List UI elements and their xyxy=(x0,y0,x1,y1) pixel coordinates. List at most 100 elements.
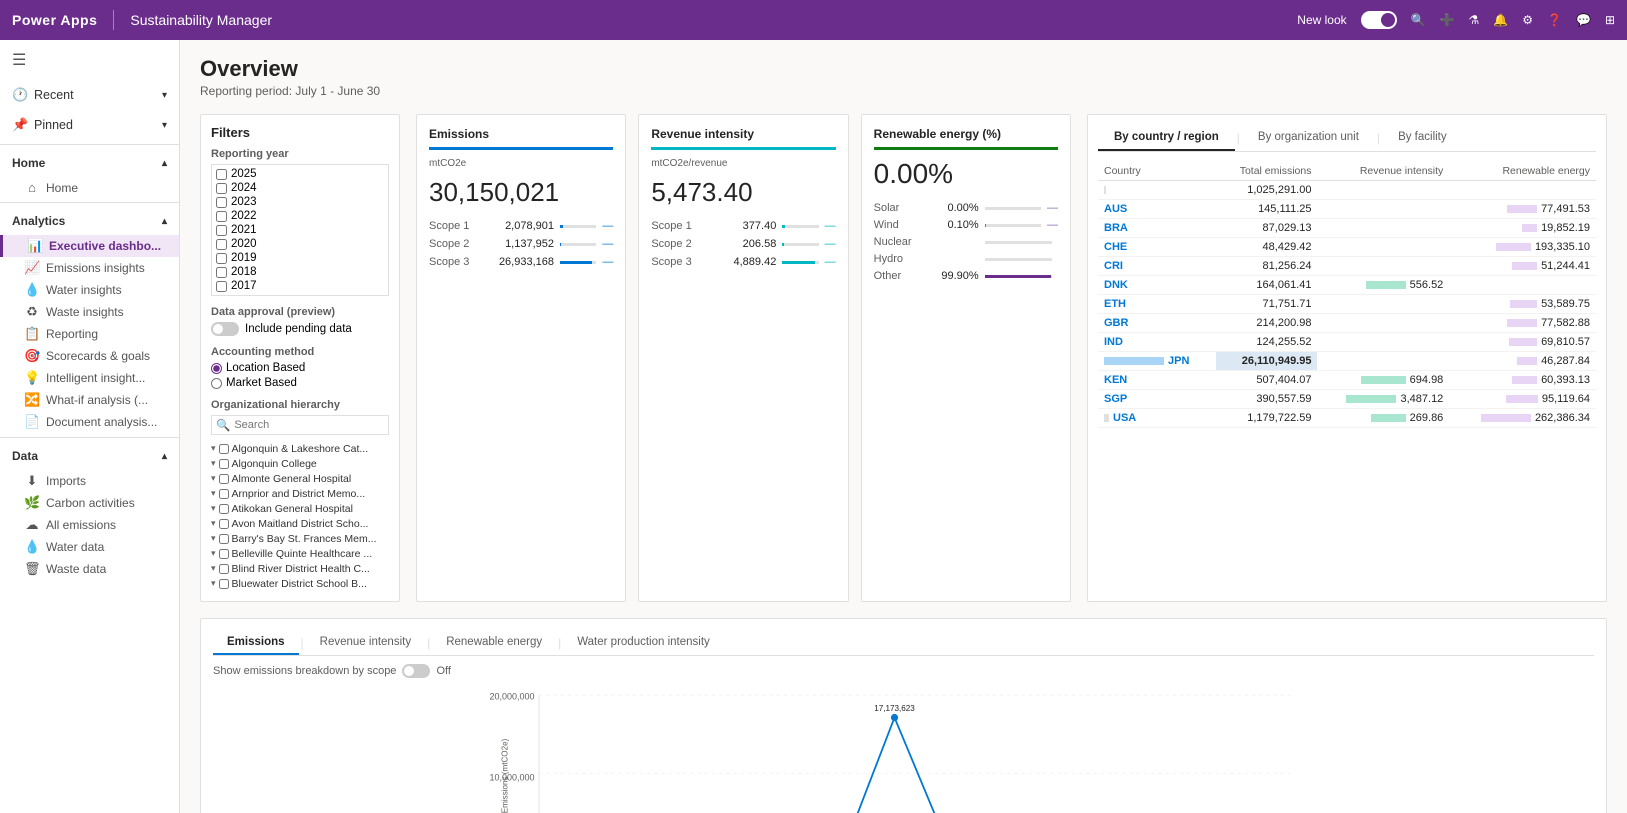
new-look-toggle[interactable] xyxy=(1361,11,1397,29)
chart-tab-renewable[interactable]: Renewable energy xyxy=(432,631,556,655)
year-checkbox[interactable] xyxy=(216,169,227,180)
table-row: CHE48,429.42193,335.10 xyxy=(1098,238,1596,257)
org-item[interactable]: ▾Almonte General Hospital xyxy=(211,471,389,486)
country-cell[interactable]: KEN xyxy=(1098,371,1216,390)
radio-market[interactable]: Market Based xyxy=(211,377,389,389)
year-item[interactable]: 2017 xyxy=(216,279,384,293)
year-item[interactable]: 2025 xyxy=(216,167,384,181)
pending-data-toggle[interactable] xyxy=(211,322,239,336)
chart-tab-water[interactable]: Water production intensity xyxy=(563,631,724,655)
sidebar-item-reporting[interactable]: 📋 Reporting xyxy=(0,323,179,345)
year-item[interactable]: 2022 xyxy=(216,209,384,223)
country-cell[interactable]: JPN xyxy=(1098,352,1216,371)
sidebar-item-water-insights[interactable]: 💧 Water insights xyxy=(0,279,179,301)
filter-icon[interactable]: ⚗ xyxy=(1469,13,1480,27)
scope-breakdown-toggle[interactable] xyxy=(402,664,430,678)
chat-icon[interactable]: 💬 xyxy=(1576,13,1591,27)
sidebar-item-recent[interactable]: 🕐 Recent ▾ xyxy=(0,80,179,110)
sidebar-item-waste-data[interactable]: 🗑 Waste data xyxy=(0,558,179,580)
sidebar-item-emissions-insights[interactable]: 📈 Emissions insights xyxy=(0,257,179,279)
country-cell[interactable]: USA xyxy=(1098,409,1216,428)
year-checkbox[interactable] xyxy=(216,183,227,194)
org-checkbox[interactable] xyxy=(219,519,229,529)
sidebar-item-what-if[interactable]: 🔀 What-if analysis (... xyxy=(0,389,179,411)
org-checkbox[interactable] xyxy=(219,444,229,454)
sidebar-item-waste-insights[interactable]: ♻ Waste insights xyxy=(0,301,179,323)
grid-icon[interactable]: ⊞ xyxy=(1605,13,1615,27)
year-checkbox[interactable] xyxy=(216,281,227,292)
sidebar-item-intelligent[interactable]: 💡 Intelligent insight... xyxy=(0,367,179,389)
tab-by-org-unit[interactable]: By organization unit xyxy=(1242,125,1375,151)
org-checkbox[interactable] xyxy=(219,534,229,544)
year-item[interactable]: 2018 xyxy=(216,265,384,279)
org-item[interactable]: ▾Atikokan General Hospital xyxy=(211,501,389,516)
radio-location[interactable]: Location Based xyxy=(211,362,389,374)
org-item[interactable]: ▾Belleville Quinte Healthcare ... xyxy=(211,546,389,561)
radio-location-input[interactable] xyxy=(211,363,222,374)
org-item[interactable]: ▾Algonquin College xyxy=(211,456,389,471)
year-checkbox[interactable] xyxy=(216,253,227,264)
tab-by-facility[interactable]: By facility xyxy=(1382,125,1463,151)
country-cell[interactable]: GBR xyxy=(1098,314,1216,333)
search-icon[interactable]: 🔍 xyxy=(1411,13,1426,27)
country-cell[interactable]: ETH xyxy=(1098,295,1216,314)
org-item[interactable]: ▾Bluewater District School B... xyxy=(211,576,389,591)
sidebar-item-scorecards[interactable]: 🎯 Scorecards & goals xyxy=(0,345,179,367)
year-checkbox[interactable] xyxy=(216,239,227,250)
org-item[interactable]: ▾Avon Maitland District Scho... xyxy=(211,516,389,531)
org-checkbox[interactable] xyxy=(219,504,229,514)
hamburger-button[interactable]: ☰ xyxy=(0,40,179,80)
year-item[interactable]: 2020 xyxy=(216,237,384,251)
country-cell[interactable]: DNK xyxy=(1098,276,1216,295)
tab-by-country[interactable]: By country / region xyxy=(1098,125,1235,151)
year-item[interactable]: 2019 xyxy=(216,251,384,265)
org-checkbox[interactable] xyxy=(219,459,229,469)
year-checkbox[interactable] xyxy=(216,267,227,278)
sidebar-section-label: Analytics xyxy=(12,214,65,228)
country-cell[interactable]: CHE xyxy=(1098,238,1216,257)
org-checkbox[interactable] xyxy=(219,564,229,574)
sidebar-item-all-emissions[interactable]: ☁ All emissions xyxy=(0,514,179,536)
sidebar-item-water-data[interactable]: 💧 Water data xyxy=(0,536,179,558)
country-cell[interactable]: AUS xyxy=(1098,200,1216,219)
year-checkbox[interactable] xyxy=(216,197,227,208)
org-checkbox[interactable] xyxy=(219,549,229,559)
sidebar-item-home[interactable]: ⌂ Home xyxy=(0,177,179,198)
sidebar-item-pinned[interactable]: 📌 Pinned ▾ xyxy=(0,110,179,140)
year-checkbox[interactable] xyxy=(216,211,227,222)
country-cell[interactable]: CRI xyxy=(1098,257,1216,276)
org-checkbox[interactable] xyxy=(219,489,229,499)
sidebar-section-analytics[interactable]: Analytics ▴ xyxy=(0,207,179,235)
org-checkbox[interactable] xyxy=(219,579,229,589)
sidebar-section-home[interactable]: Home ▴ xyxy=(0,149,179,177)
radio-market-input[interactable] xyxy=(211,378,222,389)
year-item[interactable]: 2024 xyxy=(216,181,384,195)
bell-icon[interactable]: 🔔 xyxy=(1493,13,1508,27)
sidebar-item-carbon-activities[interactable]: 🌿 Carbon activities xyxy=(0,492,179,514)
org-checkbox[interactable] xyxy=(219,474,229,484)
country-cell[interactable]: BRA xyxy=(1098,219,1216,238)
add-icon[interactable]: ➕ xyxy=(1440,13,1455,27)
org-item[interactable]: ▾Arnprior and District Memo... xyxy=(211,486,389,501)
country-cell[interactable]: IND xyxy=(1098,333,1216,352)
sidebar-item-imports[interactable]: ⬇ Imports xyxy=(0,470,179,492)
country-cell[interactable] xyxy=(1098,181,1216,200)
sidebar-item-executive-dashboard[interactable]: 📊 Executive dashbo... xyxy=(0,235,179,257)
gear-icon[interactable]: ⚙ xyxy=(1522,13,1533,27)
sidebar-item-document[interactable]: 📄 Document analysis... xyxy=(0,411,179,433)
year-item[interactable]: 2023 xyxy=(216,195,384,209)
org-search-box[interactable]: 🔍 xyxy=(211,415,389,435)
year-checkbox[interactable] xyxy=(216,225,227,236)
org-item[interactable]: ▾Barry's Bay St. Frances Mem... xyxy=(211,531,389,546)
chart-tab-emissions[interactable]: Emissions xyxy=(213,631,299,655)
help-icon[interactable]: ❓ xyxy=(1547,13,1562,27)
org-item[interactable]: ▾Algonquin & Lakeshore Cat... xyxy=(211,441,389,456)
search-input[interactable] xyxy=(234,419,384,431)
topbar: Power Apps Sustainability Manager New lo… xyxy=(0,0,1627,40)
country-cell[interactable]: SGP xyxy=(1098,390,1216,409)
revenue-intensity-cell xyxy=(1317,314,1449,333)
year-item[interactable]: 2021 xyxy=(216,223,384,237)
org-item[interactable]: ▾Blind River District Health C... xyxy=(211,561,389,576)
sidebar-section-data[interactable]: Data ▴ xyxy=(0,442,179,470)
chart-tab-revenue[interactable]: Revenue intensity xyxy=(306,631,425,655)
